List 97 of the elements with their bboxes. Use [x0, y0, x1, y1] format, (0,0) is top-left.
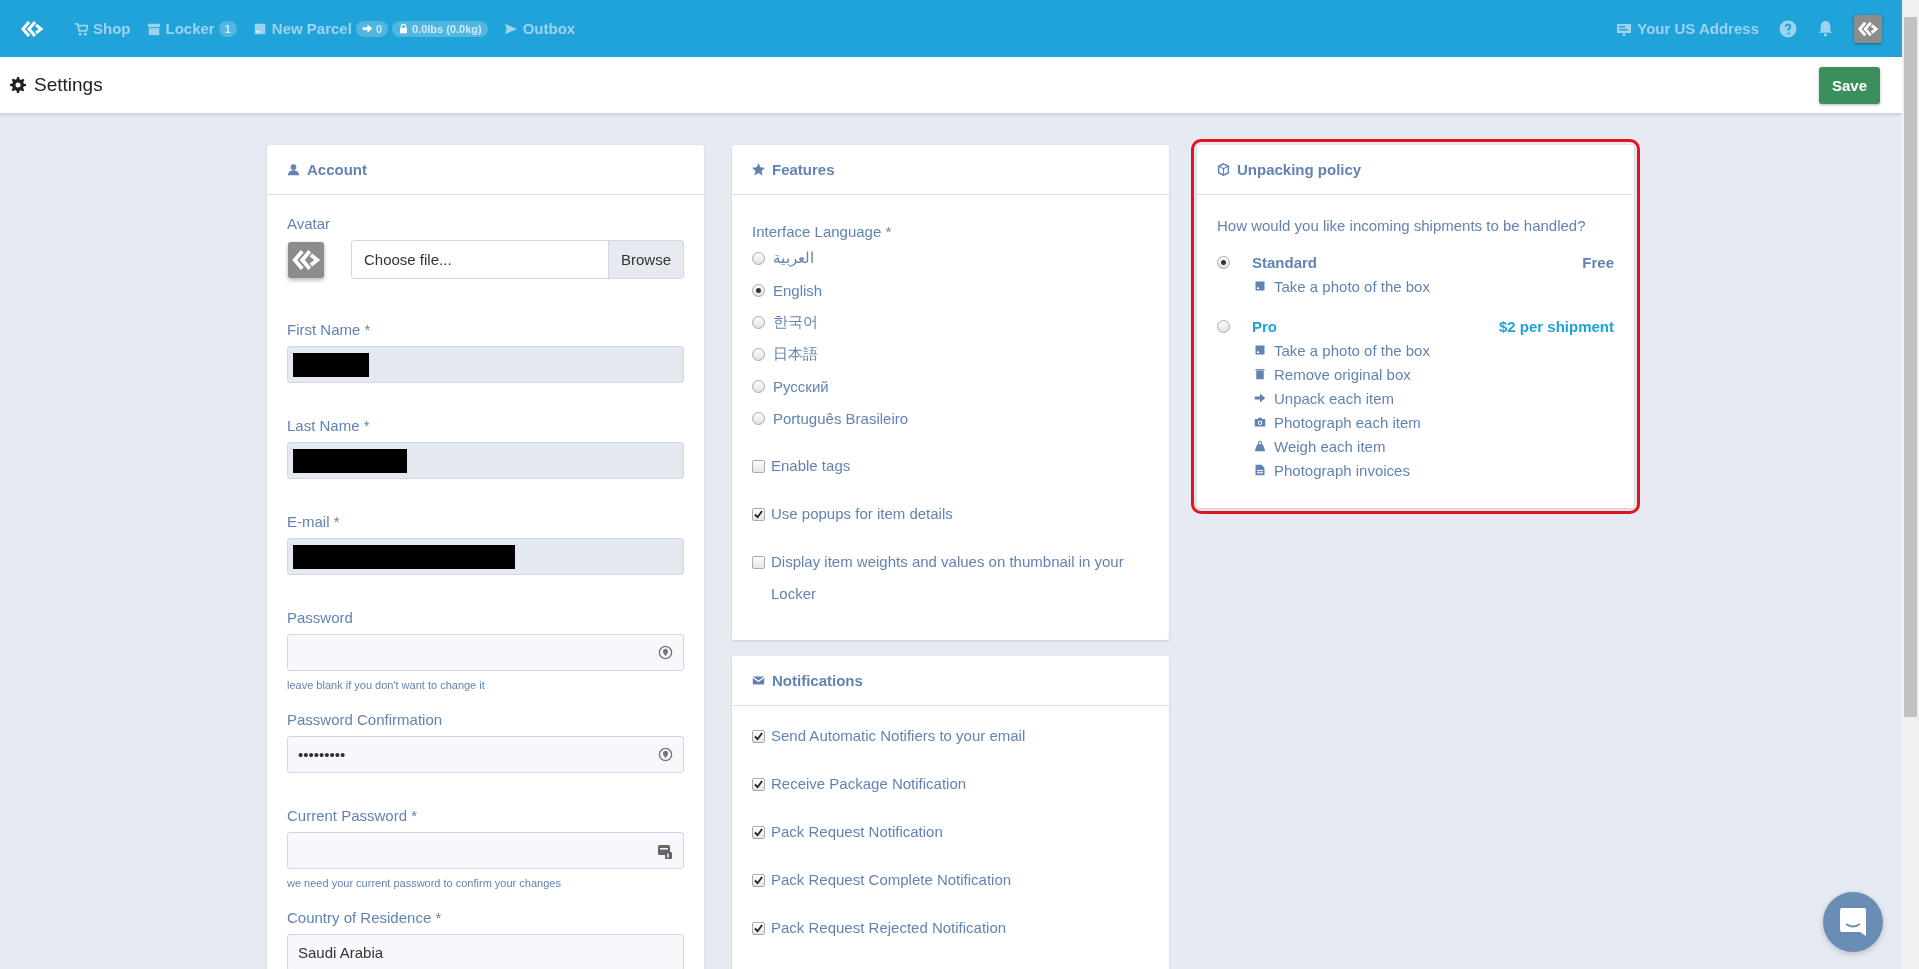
plan-radio[interactable]	[1217, 255, 1230, 269]
plan-step: Take a photo of the box	[1274, 277, 1430, 295]
box-icon	[252, 21, 267, 36]
count-badge: 0.0lbs (0.0kg)	[392, 20, 488, 37]
plan-price: Free	[1582, 253, 1614, 271]
checkbox-label: Send Automatic Notifiers to your email	[771, 726, 1026, 746]
checkbox-label: Pack Request Rejected Notification	[771, 918, 1007, 938]
option-checkbox[interactable]	[752, 460, 765, 473]
document-icon	[1254, 464, 1266, 476]
avatar-image	[288, 241, 324, 278]
plan-step: Take a photo of the box	[1274, 341, 1430, 359]
option-checkbox[interactable]	[752, 922, 765, 935]
chat-button[interactable]	[1823, 892, 1883, 952]
archive-icon	[146, 21, 161, 36]
star-icon	[752, 163, 765, 176]
checkbox-label: Pack Request Complete Notification	[771, 870, 1012, 890]
browse-button[interactable]: Browse	[607, 241, 683, 278]
key-icon	[658, 747, 673, 762]
count-badge: 1	[218, 20, 237, 37]
language-radio[interactable]	[752, 283, 765, 297]
trash-icon	[1254, 368, 1266, 380]
scrollbar[interactable]	[1902, 0, 1919, 969]
field-label: Password	[287, 609, 354, 626]
plan-step: Remove original box	[1274, 365, 1411, 383]
card-title: Notifications	[772, 672, 863, 689]
password-field[interactable]	[287, 832, 684, 869]
arrow-icon	[361, 23, 373, 34]
language-radio[interactable]	[752, 251, 765, 265]
plan-name: Pro	[1252, 317, 1277, 335]
plan-step: Photograph each item	[1274, 413, 1421, 431]
language-radio[interactable]	[752, 379, 765, 393]
checkbox-label: Pack Request Notification	[771, 822, 943, 842]
option-checkbox[interactable]	[752, 826, 765, 839]
text-field[interactable]	[287, 538, 684, 575]
settings-icon	[10, 77, 26, 93]
user-icon	[287, 163, 300, 176]
card-title: Unpacking policy	[1237, 161, 1362, 178]
text-field[interactable]	[287, 346, 684, 383]
password-field[interactable]: •••••••••	[287, 736, 684, 773]
language-radio[interactable]	[752, 315, 765, 329]
radio-label: العربية	[773, 249, 814, 267]
chat-icon	[1839, 907, 1867, 937]
plan-step: Weigh each item	[1274, 437, 1386, 455]
box-icon	[1254, 344, 1266, 356]
send-icon	[503, 21, 518, 36]
question-text: How would you like incoming shipments to be handled?	[1217, 217, 1587, 234]
option-checkbox[interactable]	[752, 556, 765, 569]
file-input[interactable]: Choose file... Browse	[351, 240, 684, 279]
box-icon	[1254, 280, 1266, 292]
field-hint: we need your current password to confirm your changes	[287, 877, 562, 889]
option-checkbox[interactable]	[752, 508, 765, 521]
field-label: First Name *	[287, 321, 372, 338]
language-radio[interactable]	[752, 347, 765, 361]
field-label: Password Confirmation	[287, 711, 444, 728]
checkbox-label: Enable tags	[771, 456, 851, 476]
page-title: Settings	[34, 74, 103, 96]
checkbox-label: Receive Package Notification	[771, 774, 967, 794]
lock-icon	[398, 23, 409, 34]
radio-label: English	[773, 281, 823, 299]
option-checkbox[interactable]	[752, 730, 765, 743]
field-label: Avatar	[287, 215, 332, 232]
camera-icon	[1254, 416, 1266, 428]
save-button[interactable]: Save	[1818, 66, 1880, 104]
plan-step: Photograph invoices	[1274, 461, 1410, 479]
checkbox-label: Display item weights and values on thumbnail in your Locker	[771, 552, 1125, 604]
option-checkbox[interactable]	[752, 778, 765, 791]
key-icon	[658, 645, 673, 660]
arrow-icon	[1254, 392, 1266, 404]
radio-label: Русский	[773, 377, 829, 395]
keyboard-icon	[657, 842, 673, 859]
plan-radio[interactable]	[1217, 319, 1230, 333]
card-title: Account	[307, 161, 367, 178]
plan-name: Standard	[1252, 253, 1317, 271]
language-radio[interactable]	[752, 411, 765, 425]
cart-icon	[74, 21, 88, 36]
country-select[interactable]: Saudi Arabia	[287, 934, 684, 969]
plan-step: Unpack each item	[1274, 389, 1395, 407]
password-field[interactable]	[287, 634, 684, 671]
text-field[interactable]	[287, 442, 684, 479]
envelope-icon	[752, 674, 765, 687]
radio-label: Português Brasileiro	[773, 409, 909, 427]
field-label: Interface Language *	[752, 223, 893, 240]
checkbox-label: Use popups for item details	[771, 504, 953, 524]
field-label: E-mail *	[287, 513, 341, 530]
card-title: Features	[772, 161, 835, 178]
field-label: Country of Residence *	[287, 909, 443, 926]
plan-price: $2 per shipment	[1498, 317, 1614, 335]
field-label: Last Name *	[287, 417, 371, 434]
field-hint: leave blank if you don't want to change it	[287, 679, 486, 691]
avatar-icon[interactable]	[1854, 14, 1882, 43]
cube-icon	[1217, 163, 1230, 176]
weight-icon	[1254, 440, 1266, 452]
radio-label: 한국어	[773, 312, 818, 332]
count-badge: 0	[355, 20, 388, 37]
radio-label: 日本語	[773, 344, 818, 364]
option-checkbox[interactable]	[752, 874, 765, 887]
field-label: Current Password *	[287, 807, 419, 824]
